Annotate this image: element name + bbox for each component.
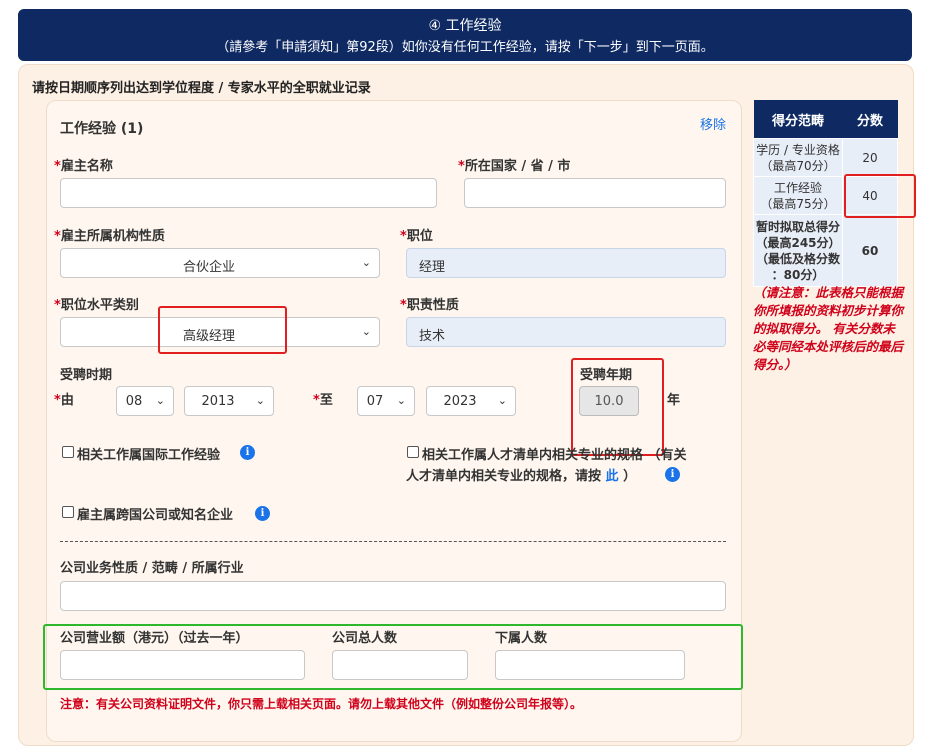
highlight-box bbox=[43, 624, 743, 690]
from-year-select[interactable]: 2013 ⌄ bbox=[184, 386, 274, 416]
multinational-checkbox[interactable] bbox=[62, 506, 74, 518]
talent-list-link[interactable]: 此 bbox=[606, 469, 619, 484]
info-icon[interactable]: i bbox=[240, 445, 255, 460]
years-unit: 年 bbox=[667, 393, 681, 408]
employer-nature-label: *雇主所属机构性质 bbox=[54, 229, 165, 244]
score-total-label: 暂时拟取总得分 （最高245分） （最低及格分数 ：80分） bbox=[753, 214, 843, 287]
score-value-cell: 20 bbox=[842, 138, 898, 177]
international-checkbox-label: 相关工作属国际工作经验 bbox=[77, 448, 221, 463]
talent-list-checkbox[interactable] bbox=[407, 446, 419, 458]
score-range-cell: 工作经验 （最高75分） bbox=[753, 176, 843, 215]
highlight-box bbox=[158, 306, 287, 354]
business-label: 公司业务性质 / 范畴 / 所属行业 bbox=[60, 561, 244, 576]
chevron-down-icon: ⌄ bbox=[396, 394, 406, 407]
duty-value: 技术 bbox=[419, 329, 446, 344]
employer-name-label: *雇主名称 bbox=[54, 159, 113, 174]
talent-list-label-line2: 人才清单内相关专业的规格，请按 此 ） bbox=[406, 469, 637, 484]
country-label: *所在国家 / 省 / 市 bbox=[458, 159, 571, 174]
divider bbox=[60, 541, 726, 542]
highlight-box bbox=[844, 174, 916, 218]
remove-link[interactable]: 移除 bbox=[700, 114, 726, 133]
position-input[interactable]: 经理 bbox=[406, 248, 726, 278]
position-label: *职位 bbox=[400, 229, 433, 244]
info-icon[interactable]: i bbox=[665, 467, 680, 482]
upload-note: 注意：有关公司资料证明文件，你只需上载相关页面。请勿上载其他文件（例如整份公司年… bbox=[60, 697, 583, 711]
score-note: （请注意：此表格只能根据你所填报的资料初步计算你的拟取得分。 有关分数未必等同经… bbox=[753, 285, 904, 372]
card-title: 工作经验 (1) bbox=[60, 121, 144, 137]
from-month-select[interactable]: 08 ⌄ bbox=[116, 386, 174, 416]
employer-nature-select[interactable]: 合伙企业 ⌄ bbox=[60, 248, 380, 278]
duty-label: *职责性质 bbox=[400, 298, 459, 313]
score-header-range: 得分范畴 bbox=[753, 100, 843, 139]
section-header: ④ 工作经验 （請參考「申請須知」第92段）如你没有任何工作经验，请按「下一步」… bbox=[18, 9, 912, 61]
country-input[interactable] bbox=[464, 178, 726, 208]
chevron-down-icon: ⌄ bbox=[361, 256, 371, 269]
position-level-label: *职位水平类别 bbox=[54, 298, 139, 313]
position-value: 经理 bbox=[419, 260, 446, 275]
chevron-down-icon: ⌄ bbox=[155, 394, 165, 407]
business-input[interactable] bbox=[60, 581, 726, 611]
chevron-down-icon: ⌄ bbox=[497, 394, 507, 407]
score-header-score: 分数 bbox=[842, 100, 898, 139]
duty-input[interactable]: 技术 bbox=[406, 317, 726, 347]
intro-text: 请按日期顺序列出达到学位程度 / 专家水平的全职就业记录 bbox=[32, 81, 371, 96]
info-icon[interactable]: i bbox=[255, 506, 270, 521]
from-label: *由 bbox=[54, 393, 74, 408]
employer-nature-value: 合伙企业 bbox=[182, 260, 235, 275]
from-year-value: 2013 bbox=[201, 394, 235, 409]
multinational-checkbox-label: 雇主属跨国公司或知名企业 bbox=[77, 508, 234, 523]
to-month-value: 07 bbox=[366, 394, 384, 409]
chevron-down-icon: ⌄ bbox=[361, 325, 371, 338]
employer-name-input[interactable] bbox=[60, 178, 437, 208]
score-total-value: 60 bbox=[842, 214, 898, 287]
from-month-value: 08 bbox=[125, 394, 143, 409]
chevron-down-icon: ⌄ bbox=[255, 394, 265, 407]
score-range-cell: 学历 / 专业资格 （最高70分） bbox=[753, 138, 843, 177]
period-label: 受聘时期 bbox=[60, 368, 113, 383]
highlight-box bbox=[571, 358, 664, 456]
international-checkbox[interactable] bbox=[62, 446, 74, 458]
to-month-select[interactable]: 07 ⌄ bbox=[357, 386, 415, 416]
to-year-value: 2023 bbox=[443, 394, 477, 409]
to-label: *至 bbox=[313, 393, 333, 408]
talent-list-label-line1: 相关工作属人才清单内相关专业的规格 （有关 bbox=[422, 448, 687, 463]
to-year-select[interactable]: 2023 ⌄ bbox=[426, 386, 516, 416]
section-title: ④ 工作经验 bbox=[428, 18, 502, 34]
section-subtitle: （請參考「申請須知」第92段）如你没有任何工作经验，请按「下一步」到下一页面。 bbox=[216, 40, 714, 55]
